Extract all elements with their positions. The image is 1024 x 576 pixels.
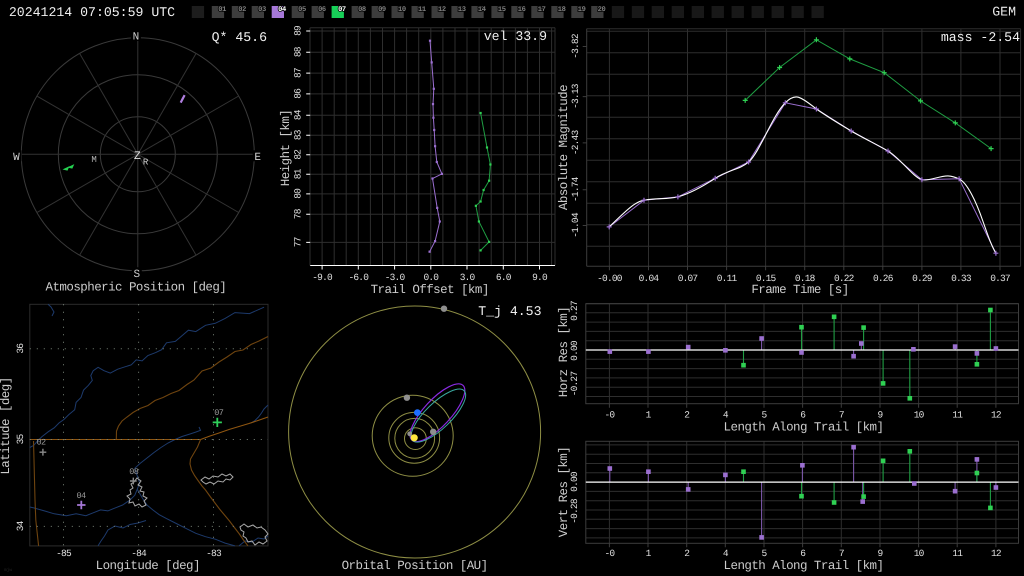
svg-text:-3.13: -3.13 — [570, 83, 581, 109]
svg-text:E: E — [254, 152, 261, 164]
svg-text:0.07: 0.07 — [678, 273, 698, 284]
svg-text:16: 16 — [518, 6, 526, 14]
svg-text:mjw: mjw — [4, 567, 12, 573]
svg-text:6.0: 6.0 — [496, 272, 512, 283]
svg-text:80: 80 — [293, 188, 304, 199]
svg-text:-3.0: -3.0 — [385, 272, 406, 283]
svg-text:T_j 4.53: T_j 4.53 — [478, 304, 541, 319]
svg-text:0.04: 0.04 — [639, 273, 660, 284]
svg-text:11: 11 — [952, 548, 963, 559]
svg-text:-0.00: -0.00 — [597, 273, 623, 284]
svg-text:0.0: 0.0 — [423, 272, 439, 283]
svg-text:10: 10 — [914, 410, 925, 421]
svg-text:19: 19 — [578, 6, 586, 14]
svg-text:88: 88 — [293, 46, 304, 57]
svg-text:Q* 45.6: Q* 45.6 — [212, 30, 267, 45]
svg-text:S: S — [133, 269, 140, 281]
svg-text:N: N — [133, 32, 140, 44]
svg-text:20: 20 — [598, 6, 606, 14]
svg-text:77: 77 — [293, 237, 304, 247]
svg-text:0.33: 0.33 — [951, 273, 972, 284]
svg-text:02: 02 — [36, 437, 46, 447]
svg-text:02: 02 — [238, 6, 246, 14]
svg-text:Orbital Position [AU]: Orbital Position [AU] — [342, 559, 488, 573]
svg-text:Atmospheric Position [deg]: Atmospheric Position [deg] — [46, 281, 227, 295]
svg-text:-85: -85 — [56, 548, 72, 559]
svg-text:Horz Res [km]: Horz Res [km] — [557, 307, 571, 397]
svg-text:89: 89 — [293, 25, 304, 36]
svg-text:Z: Z — [134, 150, 141, 163]
svg-text:78: 78 — [293, 208, 304, 219]
svg-text:17: 17 — [538, 6, 546, 14]
svg-text:10: 10 — [914, 548, 925, 559]
svg-text:Length Along Trail [km]: Length Along Trail [km] — [724, 559, 884, 573]
svg-text:36: 36 — [15, 343, 26, 354]
svg-text:87: 87 — [293, 68, 304, 78]
svg-text:12: 12 — [438, 6, 446, 14]
svg-text:R: R — [143, 158, 149, 168]
svg-text:7: 7 — [839, 410, 844, 421]
svg-text:Vert Res [km]: Vert Res [km] — [557, 447, 571, 537]
svg-text:04: 04 — [76, 491, 86, 501]
svg-text:3.0: 3.0 — [460, 272, 476, 283]
svg-text:83: 83 — [293, 129, 304, 140]
svg-text:0.26: 0.26 — [873, 273, 894, 284]
svg-text:04: 04 — [278, 6, 287, 14]
svg-text:0.29: 0.29 — [912, 273, 933, 284]
svg-text:34: 34 — [15, 520, 26, 531]
svg-text:Latitude [deg]: Latitude [deg] — [0, 377, 13, 474]
svg-text:01: 01 — [218, 6, 226, 14]
svg-text:13: 13 — [458, 6, 466, 14]
svg-text:14: 14 — [478, 6, 487, 14]
svg-text:Frame Time [s]: Frame Time [s] — [751, 283, 848, 297]
svg-text:03: 03 — [258, 6, 266, 14]
svg-text:-0: -0 — [604, 548, 615, 559]
svg-text:-2.43: -2.43 — [570, 130, 581, 156]
svg-text:20241214 07:05:59 UTC: 20241214 07:05:59 UTC — [9, 5, 175, 20]
svg-text:18: 18 — [558, 6, 566, 14]
svg-text:81: 81 — [293, 168, 304, 179]
svg-text:GEM: GEM — [992, 5, 1016, 20]
svg-text:Length Along Trail [km]: Length Along Trail [km] — [724, 421, 884, 435]
svg-text:07: 07 — [338, 6, 346, 14]
svg-text:0.11: 0.11 — [717, 273, 738, 284]
svg-text:06: 06 — [318, 6, 326, 14]
svg-text:7: 7 — [839, 548, 844, 559]
svg-text:12: 12 — [991, 410, 1002, 421]
svg-text:Height [km]: Height [km] — [279, 110, 293, 186]
svg-text:W: W — [13, 152, 20, 164]
svg-text:12: 12 — [991, 548, 1002, 559]
svg-text:05: 05 — [298, 6, 306, 14]
svg-text:08: 08 — [358, 6, 366, 14]
svg-text:9.0: 9.0 — [532, 272, 548, 283]
svg-text:M: M — [91, 155, 96, 165]
svg-text:Longitude [deg]: Longitude [deg] — [96, 559, 200, 573]
svg-text:15: 15 — [498, 6, 506, 14]
svg-text:-6.0: -6.0 — [349, 272, 370, 283]
svg-text:vel 33.9: vel 33.9 — [484, 29, 547, 44]
svg-text:-9.0: -9.0 — [312, 272, 333, 283]
svg-text:09: 09 — [378, 6, 386, 14]
svg-text:-0: -0 — [604, 410, 615, 421]
svg-text:11: 11 — [418, 6, 426, 14]
svg-text:10: 10 — [398, 6, 406, 14]
svg-text:-84: -84 — [131, 548, 147, 559]
svg-text:-83: -83 — [206, 548, 222, 559]
svg-text:08: 08 — [129, 467, 139, 477]
svg-text:07: 07 — [214, 408, 224, 418]
svg-text:mass -2.54: mass -2.54 — [941, 30, 1020, 45]
svg-text:35: 35 — [15, 434, 26, 445]
svg-text:84: 84 — [293, 109, 304, 120]
svg-text:-1.04: -1.04 — [570, 212, 581, 238]
svg-text:-3.82: -3.82 — [570, 33, 581, 59]
svg-text:11: 11 — [952, 410, 963, 421]
svg-text:0.37: 0.37 — [990, 273, 1010, 284]
svg-text:-1.74: -1.74 — [570, 176, 581, 202]
svg-text:Absolute Magnitude: Absolute Magnitude — [557, 85, 571, 210]
svg-text:82: 82 — [293, 149, 304, 160]
svg-text:Trail Offset [km]: Trail Offset [km] — [371, 283, 489, 297]
svg-text:86: 86 — [293, 88, 304, 99]
